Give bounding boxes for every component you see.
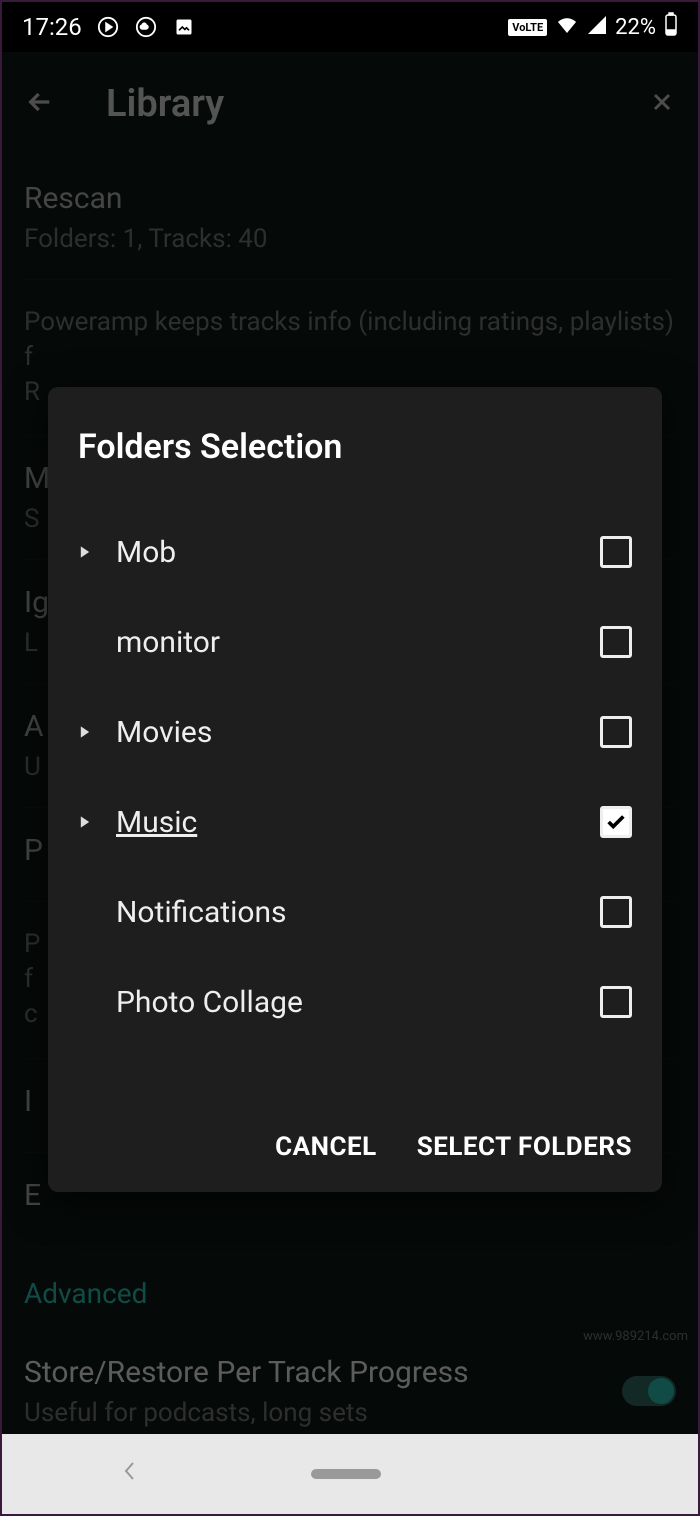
folder-row[interactable]: Music — [78, 777, 632, 867]
folder-row[interactable]: Mob — [78, 507, 632, 597]
folder-checkbox[interactable] — [600, 896, 632, 928]
battery-percent: 22% — [615, 15, 656, 40]
android-nav-bar — [2, 1434, 698, 1514]
nav-home-pill[interactable] — [311, 1469, 381, 1479]
folder-row[interactable]: monitor — [78, 597, 632, 687]
cancel-button[interactable]: CANCEL — [275, 1132, 377, 1162]
folder-list[interactable]: Mob monitor Movies Music Notifications Photo … — [48, 507, 662, 1107]
status-time: 17:26 — [22, 13, 82, 41]
folder-label: Movies — [108, 715, 600, 750]
folder-checkbox[interactable] — [600, 986, 632, 1018]
dialog-title: Folders Selection — [48, 417, 662, 507]
folder-row[interactable]: Notifications — [78, 867, 632, 957]
folder-label: Mob — [108, 535, 600, 570]
folders-selection-dialog: Folders Selection Mob monitor Movies Music N… — [48, 387, 662, 1192]
wifi-icon — [555, 13, 579, 41]
battery-icon — [664, 12, 678, 42]
folder-label: Notifications — [108, 895, 600, 930]
signal-icon — [587, 13, 607, 41]
nav-back-icon[interactable] — [122, 1459, 138, 1489]
folder-row[interactable]: Movies — [78, 687, 632, 777]
folder-label: Photo Collage — [108, 985, 600, 1020]
folder-label: monitor — [108, 625, 600, 660]
play-circle-icon — [96, 15, 120, 39]
status-bar: 17:26 VoLTE 22% — [2, 2, 698, 52]
image-icon — [172, 15, 196, 39]
expand-triangle-icon[interactable] — [78, 545, 108, 559]
expand-triangle-icon[interactable] — [78, 815, 108, 829]
folder-checkbox[interactable] — [600, 626, 632, 658]
select-folders-button[interactable]: SELECT FOLDERS — [417, 1132, 632, 1162]
volte-badge: VoLTE — [508, 19, 547, 36]
expand-triangle-icon[interactable] — [78, 725, 108, 739]
folder-row[interactable]: Photo Collage — [78, 957, 632, 1047]
folder-label: Music — [108, 805, 600, 840]
folder-checkbox[interactable] — [600, 716, 632, 748]
folder-checkbox[interactable] — [600, 806, 632, 838]
folder-checkbox[interactable] — [600, 536, 632, 568]
cloud-icon — [134, 15, 158, 39]
